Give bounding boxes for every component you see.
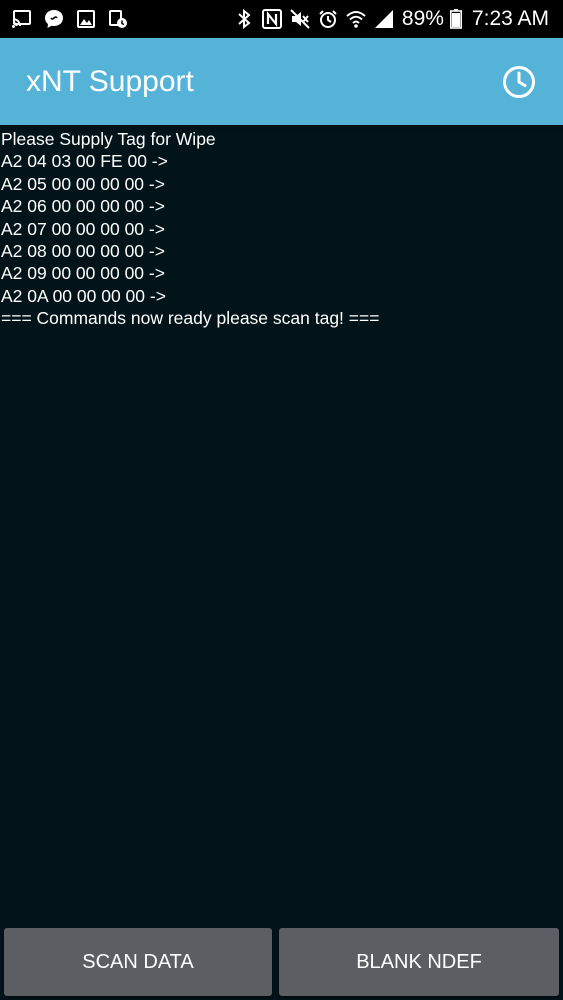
image-icon bbox=[76, 9, 96, 29]
log-line: A2 05 00 00 00 00 -> bbox=[1, 173, 165, 194]
log-line: Please Supply Tag for Wipe bbox=[1, 129, 216, 149]
log-line: A2 04 03 00 FE 00 -> bbox=[1, 151, 168, 172]
signal-icon bbox=[374, 9, 394, 29]
blank-ndef-button[interactable]: BLANK NDEF bbox=[279, 928, 559, 996]
screen-record-icon bbox=[108, 9, 128, 29]
log-line: === Commands now ready please scan tag! … bbox=[1, 308, 380, 329]
battery-icon bbox=[449, 9, 462, 29]
scan-data-button[interactable]: SCAN DATA bbox=[4, 928, 272, 996]
status-bar-notifications bbox=[12, 9, 140, 29]
nfc-icon bbox=[261, 9, 282, 29]
clock: 7:23 AM bbox=[471, 7, 549, 30]
log-output: Please Supply Tag for Wipe A2 04 03 00 F… bbox=[0, 128, 563, 918]
mute-icon bbox=[290, 9, 310, 29]
log-line: A2 09 00 00 00 00 -> bbox=[1, 263, 165, 284]
chat-bubble-icon bbox=[44, 9, 64, 29]
cast-icon bbox=[12, 9, 32, 29]
action-button-row: SCAN DATA BLANK NDEF bbox=[0, 926, 563, 1000]
log-line: A2 06 00 00 00 00 -> bbox=[1, 196, 165, 217]
app-title: xNT Support bbox=[26, 64, 194, 98]
wifi-icon bbox=[346, 9, 366, 29]
status-bar: 89% 7:23 AM bbox=[0, 0, 563, 38]
log-line: A2 07 00 00 00 00 -> bbox=[1, 218, 165, 239]
log-line: A2 0A 00 00 00 00 -> bbox=[1, 285, 166, 306]
battery-percent: 89% bbox=[401, 7, 444, 30]
status-bar-system: 89% 7:23 AM bbox=[226, 7, 549, 31]
history-button[interactable] bbox=[501, 64, 537, 100]
app-toolbar: xNT Support bbox=[0, 38, 563, 125]
history-icon bbox=[503, 65, 535, 98]
alarm-icon bbox=[318, 9, 338, 29]
log-line: A2 08 00 00 00 00 -> bbox=[1, 241, 165, 262]
bluetooth-icon bbox=[234, 9, 254, 29]
